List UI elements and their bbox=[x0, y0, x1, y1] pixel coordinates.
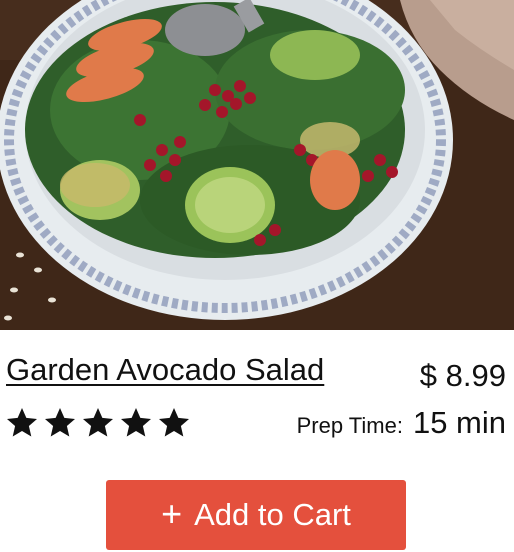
add-to-cart-button[interactable]: + Add to Cart bbox=[106, 480, 406, 550]
star-icon bbox=[121, 408, 151, 437]
star-icon bbox=[7, 408, 37, 437]
product-image bbox=[0, 0, 514, 330]
product-title[interactable]: Garden Avocado Salad bbox=[6, 352, 324, 388]
add-to-cart-label: Add to Cart bbox=[194, 497, 351, 532]
prep-time-value: 15 min bbox=[412, 405, 506, 440]
plus-icon: + bbox=[161, 493, 183, 534]
star-icon bbox=[45, 408, 75, 437]
prep-time: Prep Time: 15 min bbox=[297, 405, 506, 441]
star-icon bbox=[83, 408, 113, 437]
product-price: $ 8.99 bbox=[419, 358, 506, 393]
prep-time-label: Prep Time: bbox=[296, 413, 403, 438]
rating-stars bbox=[4, 405, 192, 441]
star-icon bbox=[159, 408, 189, 437]
